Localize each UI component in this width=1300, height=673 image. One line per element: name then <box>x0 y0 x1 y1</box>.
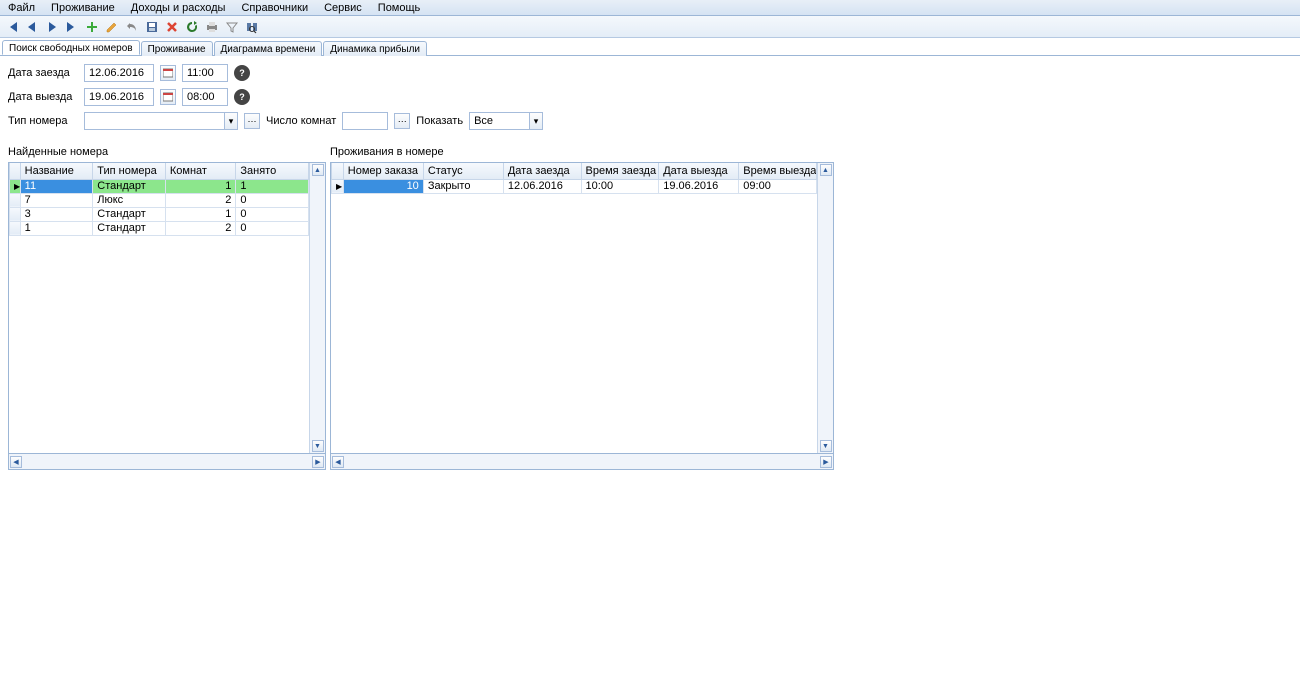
show-combo[interactable] <box>469 112 529 130</box>
find-icon[interactable] <box>244 19 260 35</box>
checkin-label: Дата заезда <box>8 67 78 79</box>
table-row[interactable]: ▶10Закрыто12.06.201610:0019.06.201609:00 <box>332 179 817 193</box>
chevron-down-icon[interactable]: ▾ <box>529 112 543 130</box>
toolbar <box>0 16 1300 38</box>
rooms-input[interactable] <box>342 112 388 130</box>
chevron-down-icon[interactable]: ▾ <box>224 112 238 130</box>
filter-icon[interactable] <box>224 19 240 35</box>
stay-in-room-panel: Проживания в номере Номер заказа Статус … <box>330 144 834 470</box>
help-icon[interactable]: ? <box>234 89 250 105</box>
col-order[interactable]: Номер заказа <box>343 163 423 179</box>
roomtype-label: Тип номера <box>8 115 78 127</box>
col-time-out[interactable]: Время выезда <box>739 163 817 179</box>
vertical-scrollbar[interactable]: ▲▼ <box>309 163 325 453</box>
menubar: Файл Проживание Доходы и расходы Справоч… <box>0 0 1300 16</box>
vertical-scrollbar[interactable]: ▲▼ <box>817 163 833 453</box>
print-icon[interactable] <box>204 19 220 35</box>
checkin-time-input[interactable] <box>182 64 228 82</box>
tab-stay[interactable]: Проживание <box>141 41 213 56</box>
col-time-in[interactable]: Время заезда <box>581 163 659 179</box>
roomtype-combo[interactable] <box>84 112 224 130</box>
menu-stay[interactable]: Проживание <box>47 1 119 15</box>
delete-icon[interactable] <box>164 19 180 35</box>
table-row[interactable]: 7Люкс20 <box>10 193 309 207</box>
horizontal-scrollbar[interactable]: ◀▶ <box>8 454 326 470</box>
menu-income[interactable]: Доходы и расходы <box>127 1 230 15</box>
rooms-clear-button[interactable]: ⋯ <box>394 113 410 129</box>
col-date-in[interactable]: Дата заезда <box>503 163 581 179</box>
col-status[interactable]: Статус <box>423 163 503 179</box>
col-busy[interactable]: Занято <box>236 163 309 179</box>
last-icon[interactable] <box>64 19 80 35</box>
col-type[interactable]: Тип номера <box>93 163 166 179</box>
tab-time-diagram[interactable]: Диаграмма времени <box>214 41 323 56</box>
show-label: Показать <box>416 115 463 127</box>
table-row[interactable]: 3Стандарт10 <box>10 207 309 221</box>
checkout-label: Дата выезда <box>8 91 78 103</box>
col-rooms[interactable]: Комнат <box>165 163 235 179</box>
checkout-time-input[interactable] <box>182 88 228 106</box>
found-rooms-grid[interactable]: Название Тип номера Комнат Занято ▶11Ста… <box>9 163 309 453</box>
add-icon[interactable] <box>84 19 100 35</box>
undo-icon[interactable] <box>124 19 140 35</box>
menu-file[interactable]: Файл <box>4 1 39 15</box>
checkout-date-input[interactable] <box>84 88 154 106</box>
search-form: Дата заезда ? Дата выезда ? Тип номера ▾… <box>0 56 1300 144</box>
checkin-date-input[interactable] <box>84 64 154 82</box>
table-row[interactable]: 1Стандарт20 <box>10 221 309 235</box>
stay-in-room-grid[interactable]: Номер заказа Статус Дата заезда Время за… <box>331 163 817 453</box>
refresh-icon[interactable] <box>184 19 200 35</box>
horizontal-scrollbar[interactable]: ◀▶ <box>330 454 834 470</box>
col-name[interactable]: Название <box>20 163 93 179</box>
calendar-icon[interactable] <box>160 65 176 81</box>
prev-icon[interactable] <box>24 19 40 35</box>
found-rooms-panel: Найденные номера Название Тип номера Ком… <box>8 144 326 470</box>
menu-help[interactable]: Помощь <box>374 1 425 15</box>
menu-service[interactable]: Сервис <box>320 1 366 15</box>
stay-in-room-title: Проживания в номере <box>330 144 834 162</box>
tab-search-rooms[interactable]: Поиск свободных номеров <box>2 40 140 55</box>
found-rooms-title: Найденные номера <box>8 144 326 162</box>
calendar-icon[interactable] <box>160 89 176 105</box>
next-icon[interactable] <box>44 19 60 35</box>
col-date-out[interactable]: Дата выезда <box>659 163 739 179</box>
tab-profit-dynamics[interactable]: Динамика прибыли <box>323 41 427 56</box>
first-icon[interactable] <box>4 19 20 35</box>
menu-reference[interactable]: Справочники <box>237 1 312 15</box>
table-row[interactable]: ▶11Стандарт11 <box>10 179 309 193</box>
tabstrip: Поиск свободных номеров Проживание Диагр… <box>0 38 1300 56</box>
save-icon[interactable] <box>144 19 160 35</box>
roomtype-clear-button[interactable]: ⋯ <box>244 113 260 129</box>
edit-icon[interactable] <box>104 19 120 35</box>
rooms-label: Число комнат <box>266 115 336 127</box>
help-icon[interactable]: ? <box>234 65 250 81</box>
